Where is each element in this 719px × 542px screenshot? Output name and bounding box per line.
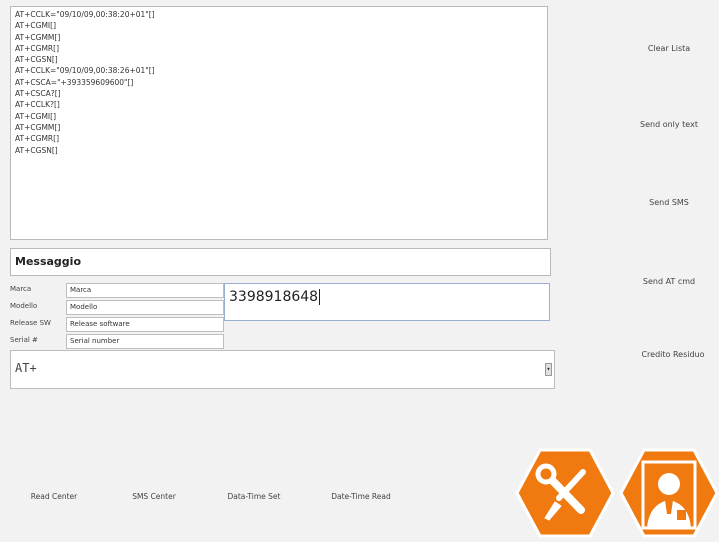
settings-tools-button[interactable] <box>515 448 615 542</box>
log-line[interactable]: AT+CCLK="09/10/09,00:38:26+01"[] <box>15 65 543 76</box>
sms-center-button[interactable]: SMS Center <box>114 492 194 501</box>
log-line[interactable]: AT+CCLK?[] <box>15 99 543 110</box>
date-time-read-button[interactable]: Date-Time Read <box>321 492 401 501</box>
message-input[interactable]: Messaggio <box>10 248 551 276</box>
log-line[interactable]: AT+CGSN[] <box>15 54 543 65</box>
date-time-set-button[interactable]: Data-Time Set <box>214 492 294 501</box>
send-at-cmd-button[interactable]: Send AT cmd <box>629 277 709 286</box>
modello-label: Modello <box>10 302 38 310</box>
at-log-list[interactable]: AT+CCLK="09/10/09,00:38:20+01"[] AT+CGMI… <box>10 6 548 240</box>
log-line[interactable]: AT+CGMR[] <box>15 133 543 144</box>
send-sms-button[interactable]: Send SMS <box>629 198 709 207</box>
release-field[interactable]: Release software <box>66 317 224 332</box>
log-line[interactable]: AT+CCLK="09/10/09,00:38:20+01"[] <box>15 9 543 20</box>
release-label: Release SW <box>10 319 51 327</box>
at-command-combo[interactable]: AT+ ▾ <box>10 350 555 389</box>
log-line[interactable]: AT+CGMI[] <box>15 111 543 122</box>
log-line[interactable]: AT+CSCA?[] <box>15 88 543 99</box>
text-caret <box>319 289 321 305</box>
serial-field[interactable]: Serial number <box>66 334 224 349</box>
modello-field[interactable]: Modello <box>66 300 224 315</box>
marca-label: Marca <box>10 285 32 293</box>
log-line[interactable]: AT+CGMM[] <box>15 122 543 133</box>
log-line[interactable]: AT+CGMI[] <box>15 20 543 31</box>
send-text-button[interactable]: Send only text <box>629 120 709 129</box>
clear-list-button[interactable]: Clear Lista <box>629 44 709 53</box>
credito-residuo-button[interactable]: Credito Residuo <box>633 350 713 359</box>
log-line[interactable]: AT+CGMM[] <box>15 32 543 43</box>
user-profile-button[interactable] <box>619 448 719 542</box>
at-command-text: AT+ <box>15 361 37 375</box>
marca-field[interactable]: Marca <box>66 283 224 298</box>
read-center-button[interactable]: Read Center <box>14 492 94 501</box>
log-line[interactable]: AT+CGSN[] <box>15 145 543 156</box>
log-line[interactable]: AT+CGMR[] <box>15 43 543 54</box>
log-line[interactable]: AT+CSCA="+393359609600"[] <box>15 77 543 88</box>
phone-number-text: 3398918648 <box>229 289 319 305</box>
dropdown-arrow-icon[interactable]: ▾ <box>545 363 552 376</box>
phone-number-input[interactable]: 3398918648 <box>224 283 550 321</box>
serial-label: Serial # <box>10 336 38 344</box>
